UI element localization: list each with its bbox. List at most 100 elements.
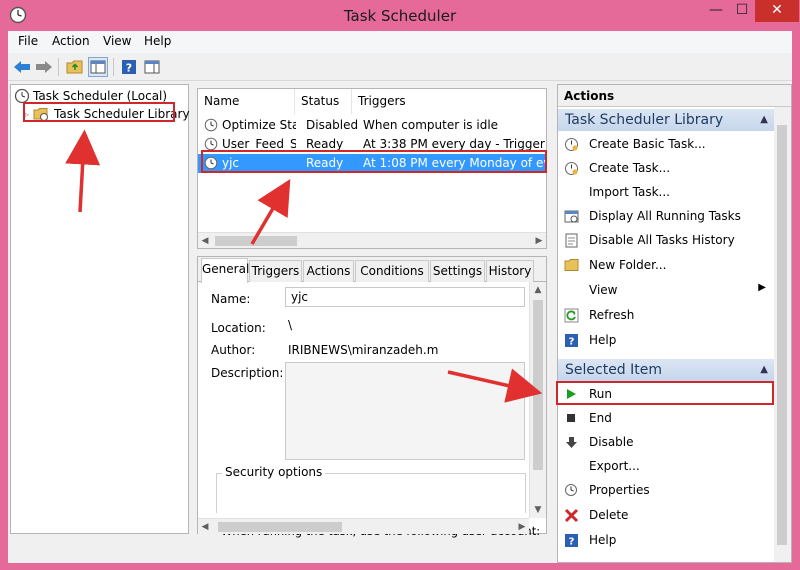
- console-tree: Task Scheduler (Local) ▹ Task Scheduler …: [10, 84, 190, 534]
- collapse-icon[interactable]: ▲: [760, 359, 768, 381]
- description-label: Description:: [211, 366, 284, 380]
- scroll-left-icon[interactable]: ◀: [198, 233, 212, 248]
- group-header-selected-item[interactable]: Selected Item ▲: [558, 359, 774, 381]
- tree-expander-icon[interactable]: ▹: [25, 110, 33, 119]
- menu-bar: File Action View Help: [8, 31, 792, 53]
- svg-text:?: ?: [568, 336, 574, 347]
- actions-vertical-scrollbar[interactable]: [774, 107, 791, 562]
- close-button[interactable]: ✕: [755, 0, 799, 22]
- task-row[interactable]: Optimize Sta... Disabled When computer i…: [198, 116, 546, 135]
- status-bar: [8, 538, 548, 563]
- running-tasks-icon: [563, 208, 579, 224]
- action-delete[interactable]: Delete: [558, 504, 774, 526]
- scroll-down-icon[interactable]: ▼: [530, 502, 546, 518]
- tree-item-task-scheduler-library[interactable]: ▹ Task Scheduler Library: [25, 105, 190, 123]
- action-display-all-running-tasks[interactable]: Display All Running Tasks: [558, 205, 774, 227]
- action-help[interactable]: ? Help: [558, 329, 774, 351]
- task-scheduler-window: Task Scheduler — ☐ ✕ File Action View He…: [0, 0, 800, 570]
- action-new-folder[interactable]: New Folder...: [558, 254, 774, 276]
- properties-clock-icon: [563, 482, 579, 498]
- title-bar: Task Scheduler — ☐ ✕: [0, 0, 800, 32]
- name-label: Name:: [211, 292, 251, 306]
- menu-help[interactable]: Help: [144, 34, 171, 48]
- task-list-pane: Name Status Triggers Optimize Sta... Dis…: [197, 88, 547, 249]
- play-icon: [563, 386, 579, 402]
- action-export[interactable]: Export...: [558, 455, 774, 477]
- tab-actions[interactable]: Actions: [303, 260, 354, 282]
- collapse-icon[interactable]: ▲: [760, 109, 768, 131]
- scroll-right-icon[interactable]: ▶: [532, 233, 546, 248]
- action-properties[interactable]: Properties: [558, 479, 774, 501]
- tree-label-root: Task Scheduler (Local): [33, 89, 168, 103]
- clock-icon: [14, 88, 30, 104]
- menu-view[interactable]: View: [103, 34, 131, 48]
- tree-item-task-scheduler-local[interactable]: Task Scheduler (Local): [14, 87, 167, 105]
- action-run[interactable]: Run: [558, 383, 774, 405]
- author-label: Author:: [211, 343, 256, 357]
- task-clock-icon: [563, 160, 579, 176]
- tab-general[interactable]: General: [201, 258, 249, 283]
- folder-icon: [563, 257, 579, 273]
- tab-triggers[interactable]: Triggers: [249, 260, 302, 282]
- column-header-name[interactable]: Name: [198, 89, 295, 114]
- action-refresh[interactable]: Refresh: [558, 304, 774, 326]
- scroll-up-icon[interactable]: ▲: [530, 282, 546, 298]
- action-end[interactable]: End: [558, 407, 774, 429]
- details-tabs: General Triggers Actions Conditions Sett…: [198, 257, 546, 283]
- wizard-clock-icon: [563, 136, 579, 152]
- security-options-title: Security options: [222, 465, 326, 479]
- action-view[interactable]: View ▶: [558, 279, 774, 301]
- action-create-basic-task[interactable]: Create Basic Task...: [558, 133, 774, 155]
- group-header-task-scheduler-library[interactable]: Task Scheduler Library ▲: [558, 109, 774, 131]
- description-field[interactable]: [285, 362, 525, 460]
- column-header-status[interactable]: Status: [295, 89, 352, 114]
- show-hide-action-pane-icon[interactable]: [142, 57, 162, 77]
- task-row-selected[interactable]: yjc Ready At 1:08 PM every Monday of eve…: [198, 154, 546, 173]
- tab-conditions[interactable]: Conditions: [355, 260, 429, 282]
- back-arrow-icon[interactable]: [12, 57, 32, 77]
- submenu-arrow-icon: ▶: [758, 282, 766, 293]
- window-title: Task Scheduler: [343, 7, 457, 25]
- name-field[interactable]: yjc: [285, 287, 525, 307]
- action-disable-all-tasks-history[interactable]: Disable All Tasks History: [558, 229, 774, 251]
- action-create-task[interactable]: Create Task...: [558, 157, 774, 179]
- minimize-button[interactable]: —: [703, 0, 729, 22]
- svg-text:?: ?: [568, 536, 574, 547]
- help-icon: ?: [563, 332, 579, 348]
- action-disable[interactable]: Disable: [558, 431, 774, 453]
- tab-settings[interactable]: Settings: [430, 260, 485, 282]
- location-value: \: [288, 318, 293, 332]
- action-help-2[interactable]: ? Help: [558, 529, 774, 551]
- menu-action[interactable]: Action: [52, 34, 90, 48]
- clock-icon: [204, 137, 218, 151]
- scroll-right-icon[interactable]: ▶: [515, 519, 529, 535]
- details-vertical-scrollbar[interactable]: ▲ ▼: [529, 282, 546, 518]
- task-details-pane: General Triggers Actions Conditions Sett…: [197, 256, 547, 538]
- details-horizontal-scrollbar[interactable]: ◀ ▶: [198, 518, 529, 534]
- forward-arrow-icon[interactable]: [34, 57, 54, 77]
- clock-icon: [204, 118, 218, 132]
- task-row[interactable]: User_Feed_S... Ready At 3:38 PM every da…: [198, 135, 546, 154]
- column-header-triggers[interactable]: Triggers: [352, 89, 546, 114]
- menu-file[interactable]: File: [18, 34, 38, 48]
- actions-header: Actions: [558, 85, 791, 107]
- folder-clock-icon: [33, 108, 48, 121]
- history-log-icon: [563, 232, 579, 248]
- svg-text:?: ?: [126, 62, 132, 75]
- tab-history[interactable]: History: [486, 260, 534, 282]
- action-import-task[interactable]: Import Task...: [558, 181, 774, 203]
- client-area: File Action View Help ? Task Scheduler (…: [8, 31, 792, 563]
- show-hide-console-tree-icon[interactable]: [88, 57, 108, 77]
- tree-label-library: Task Scheduler Library: [54, 107, 190, 121]
- actions-pane: Actions Task Scheduler Library ▲ Create …: [557, 84, 792, 563]
- delete-x-icon: [563, 507, 579, 523]
- author-value: IRIBNEWS\miranzadeh.m: [288, 343, 439, 357]
- task-list-horizontal-scrollbar[interactable]: ◀ ▶: [198, 232, 546, 248]
- help-icon[interactable]: ?: [119, 57, 139, 77]
- scroll-left-icon[interactable]: ◀: [198, 519, 212, 535]
- folder-up-icon[interactable]: [65, 57, 85, 77]
- location-label: Location:: [211, 321, 266, 335]
- maximize-button[interactable]: ☐: [729, 0, 755, 22]
- help-icon: ?: [563, 532, 579, 548]
- toolbar: ?: [8, 53, 792, 81]
